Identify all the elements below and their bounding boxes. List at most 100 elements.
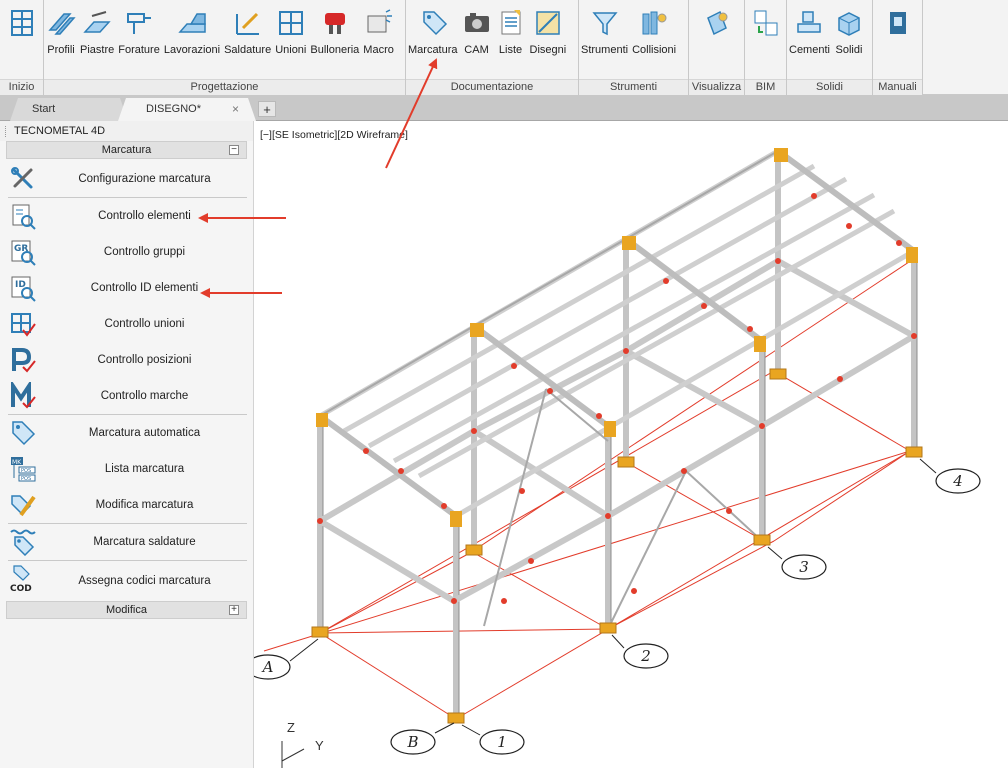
item-label: Assegna codici marcatura	[78, 575, 211, 587]
ribbon-group-inizio: Inizio	[0, 0, 44, 95]
grid-label-3: 3	[799, 558, 809, 576]
expand-icon[interactable]: +	[229, 605, 239, 615]
item-controllo-elementi[interactable]: Controllo elementi	[0, 198, 253, 234]
group-label-strumenti: Strumenti	[579, 79, 688, 95]
bim-button[interactable]	[749, 6, 783, 40]
grid-label-a: A	[261, 658, 274, 676]
marcatura-label: Marcatura	[408, 44, 458, 56]
item-controllo-marche[interactable]: Controllo marche	[0, 378, 253, 414]
marcatura-button[interactable]: Marcatura	[406, 6, 460, 56]
item-label: Controllo ID elementi	[90, 282, 199, 294]
check-positions-icon	[12, 348, 36, 373]
piastre-button[interactable]: Piastre	[78, 6, 116, 56]
close-tab-icon[interactable]: ×	[232, 98, 239, 121]
unioni-button[interactable]: Unioni	[273, 6, 308, 56]
ribbon-group-manuali: Manuali	[873, 0, 923, 95]
item-label: Controllo elementi	[98, 210, 191, 222]
section-marcatura[interactable]: Marcatura −	[6, 141, 247, 159]
item-configurazione-marcatura[interactable]: Configurazione marcatura	[0, 161, 253, 197]
collisioni-button[interactable]: Collisioni	[630, 6, 678, 56]
item-label: Controllo gruppi	[103, 246, 186, 258]
drawing-viewport[interactable]: [−][SE Isometric][2D Wireframe] A B 1 2 …	[254, 121, 1008, 768]
liste-button[interactable]: Liste	[494, 6, 528, 56]
bim-exchange-icon	[751, 6, 781, 40]
grid-label-4: 4	[952, 472, 963, 490]
bolt-icon	[320, 6, 350, 40]
item-controllo-id-elementi[interactable]: ID Controllo ID elementi	[0, 270, 253, 306]
item-marcatura-saldature[interactable]: Marcatura saldature	[0, 524, 253, 560]
collisioni-label: Collisioni	[632, 44, 677, 56]
add-tab-button[interactable]: +	[258, 101, 276, 117]
item-lista-marcatura[interactable]: MK POS POS Lista marcatura	[0, 451, 253, 487]
item-assegna-codici-marcatura[interactable]: COD Assegna codici marcatura	[0, 561, 253, 601]
cementi-label: Cementi	[789, 44, 830, 56]
check-elements-icon	[12, 204, 36, 230]
lavorazioni-button[interactable]: Lavorazioni	[162, 6, 222, 56]
cam-button[interactable]: CAM	[460, 6, 494, 56]
pos-glyph: POS	[21, 476, 31, 482]
tag-icon	[418, 6, 448, 40]
steel-frame-model: A B 1 2 3 4	[254, 148, 981, 768]
ribbon-group-documentazione: Marcatura CAM Liste Disegni Documentazio…	[406, 0, 579, 95]
grid-lines	[263, 257, 916, 720]
filter-icon	[590, 6, 620, 40]
tecnometal-palette: TECNOMETAL 4D Marcatura − Configurazione…	[0, 121, 254, 768]
group-label-documentazione: Documentazione	[406, 79, 578, 95]
item-controllo-gruppi[interactable]: GR Controllo gruppi	[0, 234, 253, 270]
ribbon-group-visualizza: Visualizza	[689, 0, 745, 95]
tab-start[interactable]: Start	[10, 98, 128, 121]
ucs-z-label: Z	[287, 720, 295, 735]
mid-level-beams	[318, 258, 916, 604]
liste-label: Liste	[498, 44, 523, 56]
lavorazioni-label: Lavorazioni	[163, 44, 221, 56]
palette-title-bar[interactable]: TECNOMETAL 4D	[0, 121, 253, 141]
inizio-button[interactable]	[5, 6, 39, 40]
camera-icon	[462, 6, 492, 40]
group-label-visualizza: Visualizza	[689, 79, 744, 95]
group-label-manuali: Manuali	[873, 79, 922, 95]
solidi-button[interactable]: Solidi	[832, 6, 866, 56]
item-marcatura-automatica[interactable]: Marcatura automatica	[0, 415, 253, 451]
strumenti-label: Strumenti	[581, 44, 629, 56]
bulloneria-button[interactable]: Bulloneria	[308, 6, 361, 56]
palette-title: TECNOMETAL 4D	[14, 125, 106, 137]
macro-button[interactable]: Macro	[361, 6, 396, 56]
view-icon	[702, 6, 732, 40]
profili-button[interactable]: Profili	[44, 6, 78, 56]
check-joints-icon	[11, 313, 36, 337]
drawing-icon	[533, 6, 563, 40]
joint-icon	[276, 6, 306, 40]
item-modifica-marcatura[interactable]: Modifica marcatura	[0, 487, 253, 523]
ribbon-group-strumenti: Strumenti Collisioni Strumenti	[579, 0, 689, 95]
profili-label: Profili	[47, 44, 75, 56]
ucs-icon	[281, 741, 305, 768]
grid-label-b: B	[406, 733, 418, 751]
visualizza-button[interactable]	[700, 6, 734, 40]
saldature-button[interactable]: Saldature	[222, 6, 273, 56]
manuali-button[interactable]	[881, 6, 915, 40]
mk-glyph: MK	[12, 459, 22, 466]
item-controllo-posizioni[interactable]: Controllo posizioni	[0, 342, 253, 378]
group-label-solidi: Solidi	[787, 79, 872, 95]
home-grid-icon	[7, 6, 37, 40]
section-modifica[interactable]: Modifica +	[6, 601, 247, 619]
grip-handle-icon[interactable]	[5, 126, 8, 137]
forature-button[interactable]: Forature	[116, 6, 162, 56]
beam-profile-icon	[46, 6, 76, 40]
disegni-button[interactable]: Disegni	[528, 6, 569, 56]
item-controllo-unioni[interactable]: Controllo unioni	[0, 306, 253, 342]
drill-icon	[124, 6, 154, 40]
check-groups-icon: GR	[11, 240, 36, 266]
section-modifica-label: Modifica	[106, 604, 147, 616]
collapse-icon[interactable]: −	[229, 145, 239, 155]
edit-tag-icon	[11, 495, 36, 517]
bulloneria-label: Bulloneria	[310, 44, 360, 56]
ribbon-group-progettazione: Profili Piastre Forature Lavorazioni Sal…	[44, 0, 406, 95]
section-marcatura-label: Marcatura	[101, 144, 152, 156]
group-label-bim: BIM	[745, 79, 786, 95]
strumenti-button[interactable]: Strumenti	[579, 6, 630, 56]
saldature-label: Saldature	[224, 44, 272, 56]
connection-markers	[317, 193, 917, 604]
macro-label: Macro	[363, 44, 394, 56]
cementi-button[interactable]: Cementi	[787, 6, 832, 56]
